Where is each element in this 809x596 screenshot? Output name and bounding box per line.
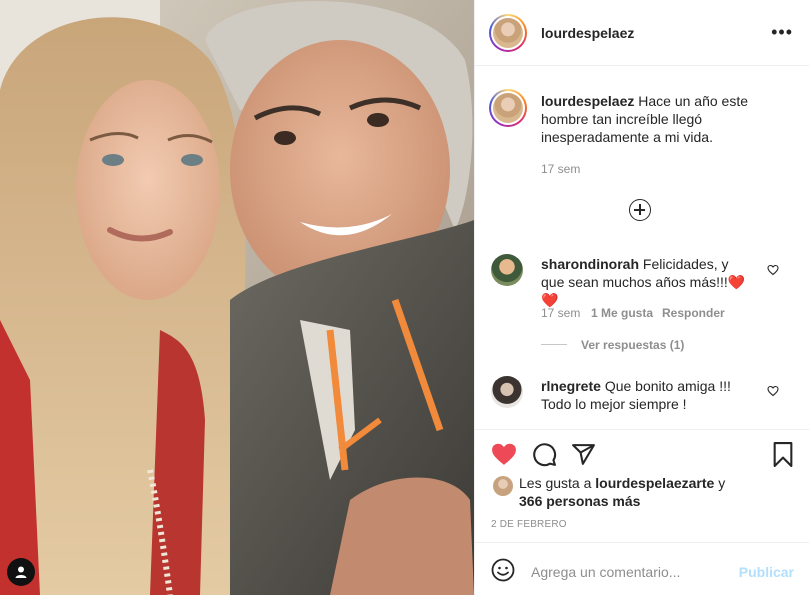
tagged-users-button[interactable]: [7, 558, 35, 586]
comment-avatar[interactable]: [491, 376, 523, 408]
comment-time[interactable]: 17 sem: [541, 306, 580, 320]
likes-others[interactable]: 366 personas más: [519, 493, 640, 509]
likes-prefix: Les gusta a: [519, 475, 592, 491]
liker-avatar[interactable]: [493, 476, 513, 496]
emoji-icon[interactable]: [491, 558, 515, 582]
caption-avatar[interactable]: [489, 89, 527, 127]
selfie-image: [0, 0, 474, 595]
caption-username[interactable]: lourdespelaez: [541, 93, 634, 109]
comment-username[interactable]: sharondinorah: [541, 256, 639, 272]
caption-time[interactable]: 17 sem: [541, 162, 580, 176]
post-panel: lourdespelaez ••• lourdespelaez Hace un …: [474, 0, 809, 595]
user-icon: [15, 566, 27, 578]
likes-and: y: [718, 475, 726, 491]
comment-username[interactable]: rlnegrete: [541, 378, 601, 394]
share-icon[interactable]: [571, 442, 596, 467]
post-username[interactable]: lourdespelaez: [541, 25, 634, 41]
post-header: lourdespelaez •••: [475, 0, 809, 66]
reply-divider: [541, 344, 567, 345]
action-bar: [475, 429, 809, 467]
post-date[interactable]: 2 DE FEBRERO: [491, 519, 567, 530]
load-more-comments-icon[interactable]: [629, 199, 651, 221]
add-comment-bar: Agrega un comentario... Publicar: [475, 542, 809, 596]
more-options-icon[interactable]: •••: [771, 23, 793, 41]
like-heart-icon[interactable]: [491, 442, 517, 466]
comment-icon[interactable]: [532, 442, 557, 467]
publish-button[interactable]: Publicar: [739, 564, 794, 580]
liker-username[interactable]: lourdespelaezarte: [595, 475, 714, 491]
comment-avatar[interactable]: [491, 254, 523, 286]
caption: lourdespelaez Hace un año este hombre ta…: [541, 92, 781, 146]
comment-like-icon[interactable]: [767, 264, 779, 276]
comment-likes[interactable]: 1 Me gusta: [591, 306, 653, 320]
comment-item: sharondinorah Felicidades, y que sean mu…: [541, 255, 751, 309]
comment-input[interactable]: Agrega un comentario...: [531, 564, 680, 580]
profile-avatar[interactable]: [489, 14, 527, 52]
view-replies-button[interactable]: Ver respuestas (1): [581, 338, 684, 352]
reply-button[interactable]: Responder: [662, 306, 725, 320]
post-photo[interactable]: [0, 0, 474, 595]
comment-like-icon[interactable]: [767, 385, 779, 397]
save-bookmark-icon[interactable]: [772, 442, 794, 467]
comment-item: rlnegrete Que bonito amiga !!! Todo lo m…: [541, 377, 751, 413]
likes-summary: Les gusta a lourdespelaezarte y 366 pers…: [519, 474, 725, 510]
